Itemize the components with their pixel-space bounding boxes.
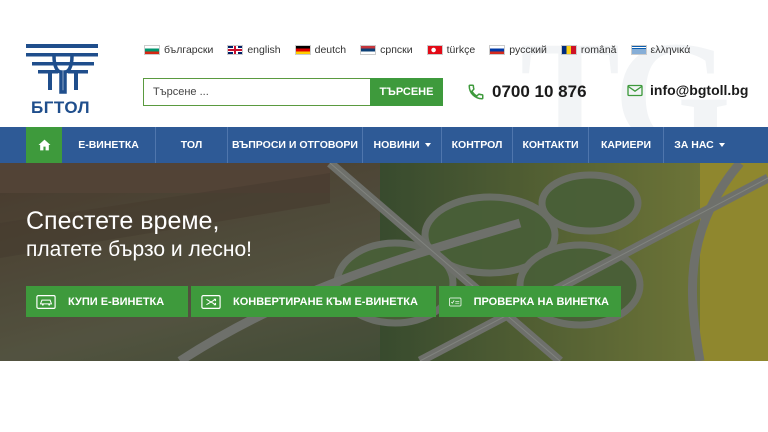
turkey-flag-icon bbox=[426, 45, 443, 55]
lang-sr[interactable]: српски bbox=[360, 44, 413, 56]
lang-label: русский bbox=[509, 44, 547, 56]
bulgaria-flag-icon bbox=[144, 45, 160, 55]
language-switcher: български english deutch српски türkçe р… bbox=[144, 44, 690, 56]
car-ticket-icon bbox=[36, 294, 56, 309]
cta-label: КУПИ Е-ВИНЕТКА bbox=[68, 295, 165, 308]
lang-ru[interactable]: русский bbox=[489, 44, 547, 56]
main-navigation: Е-ВИНЕТКА ТОЛ ВЪПРОСИ И ОТГОВОРИ НОВИНИ … bbox=[0, 127, 768, 163]
greece-flag-icon bbox=[630, 45, 647, 55]
checklist-icon bbox=[449, 297, 462, 306]
background-logo-watermark: TG bbox=[520, 11, 731, 127]
romania-flag-icon bbox=[560, 45, 577, 55]
nav-label: Е-ВИНЕТКА bbox=[78, 139, 139, 151]
cta-label: ПРОВЕРКА НА ВИНЕТКА bbox=[473, 295, 609, 308]
check-vignette-button[interactable]: ПРОВЕРКА НА ВИНЕТКА bbox=[439, 286, 621, 317]
lang-label: deutch bbox=[314, 44, 347, 56]
lang-label: english bbox=[247, 44, 281, 56]
lang-label: türkçe bbox=[446, 44, 476, 56]
logo-text: БГТОЛ bbox=[31, 98, 91, 117]
nav-label: КАРИЕРИ bbox=[600, 139, 652, 151]
highway-interchange-image bbox=[0, 163, 768, 361]
nav-item-faq[interactable]: ВЪПРОСИ И ОТГОВОРИ bbox=[228, 127, 363, 163]
email-address: info@bgtoll.bg bbox=[650, 82, 749, 98]
nav-label: КОНТАКТИ bbox=[522, 139, 579, 151]
phone-icon bbox=[468, 84, 484, 100]
lang-el[interactable]: ελληνικά bbox=[630, 44, 691, 56]
lang-de[interactable]: deutch bbox=[294, 44, 347, 56]
lang-tr[interactable]: türkçe bbox=[426, 44, 476, 56]
home-icon bbox=[38, 139, 50, 151]
lang-label: српски bbox=[380, 44, 413, 56]
lang-label: български bbox=[164, 44, 214, 56]
nav-label: ВЪПРОСИ И ОТГОВОРИ bbox=[232, 139, 358, 151]
email-contact[interactable]: info@bgtoll.bg bbox=[627, 82, 748, 98]
serbia-flag-icon bbox=[360, 45, 377, 55]
convert-arrows-icon bbox=[201, 294, 221, 309]
search-button[interactable]: ТЪРСЕНЕ bbox=[370, 78, 443, 106]
phone-number: 0700 10 876 bbox=[492, 82, 587, 101]
russia-flag-icon bbox=[489, 45, 506, 55]
search-input[interactable] bbox=[143, 78, 370, 106]
hero-subheadline: платете бързо и лесно! bbox=[26, 238, 253, 261]
nav-item-control[interactable]: КОНТРОЛ bbox=[442, 127, 513, 163]
phone-contact[interactable]: 0700 10 876 bbox=[467, 82, 587, 102]
nav-item-toll[interactable]: ТОЛ bbox=[156, 127, 228, 163]
nav-item-contacts[interactable]: КОНТАКТИ bbox=[513, 127, 589, 163]
site-header: TG БГТОЛ български english deutch српски bbox=[0, 0, 768, 127]
nav-item-news[interactable]: НОВИНИ bbox=[363, 127, 442, 163]
lang-en[interactable]: english bbox=[227, 44, 281, 56]
lang-ro[interactable]: română bbox=[560, 44, 617, 56]
hero-banner: Спестете време, платете бързо и лесно! К… bbox=[0, 163, 768, 361]
germany-flag-icon bbox=[294, 45, 311, 55]
nav-label: КОНТРОЛ bbox=[451, 139, 503, 151]
search-form: ТЪРСЕНЕ bbox=[143, 78, 443, 106]
lang-label: română bbox=[580, 44, 617, 56]
uk-flag-icon bbox=[227, 45, 244, 55]
nav-label: ЗА НАС bbox=[674, 139, 714, 151]
lang-label: ελληνικά bbox=[650, 44, 691, 56]
hero-headline: Спестете време, bbox=[26, 207, 220, 235]
nav-label: ТОЛ bbox=[180, 139, 203, 151]
buy-e-vignette-button[interactable]: КУПИ Е-ВИНЕТКА bbox=[26, 286, 188, 317]
nav-label: НОВИНИ bbox=[373, 139, 420, 151]
chevron-down-icon bbox=[424, 143, 431, 147]
convert-to-e-vignette-button[interactable]: КОНВЕРТИРАНЕ КЪМ Е-ВИНЕТКА bbox=[191, 286, 436, 317]
nav-item-careers[interactable]: КАРИЕРИ bbox=[589, 127, 664, 163]
chevron-down-icon bbox=[718, 143, 725, 147]
cta-label: КОНВЕРТИРАНЕ КЪМ Е-ВИНЕТКА bbox=[233, 295, 418, 308]
nav-item-about[interactable]: ЗА НАС bbox=[664, 127, 735, 163]
envelope-icon bbox=[627, 84, 643, 96]
lang-bg[interactable]: български bbox=[144, 44, 213, 56]
nav-home[interactable] bbox=[26, 127, 62, 163]
nav-item-e-vignette[interactable]: Е-ВИНЕТКА bbox=[62, 127, 156, 163]
